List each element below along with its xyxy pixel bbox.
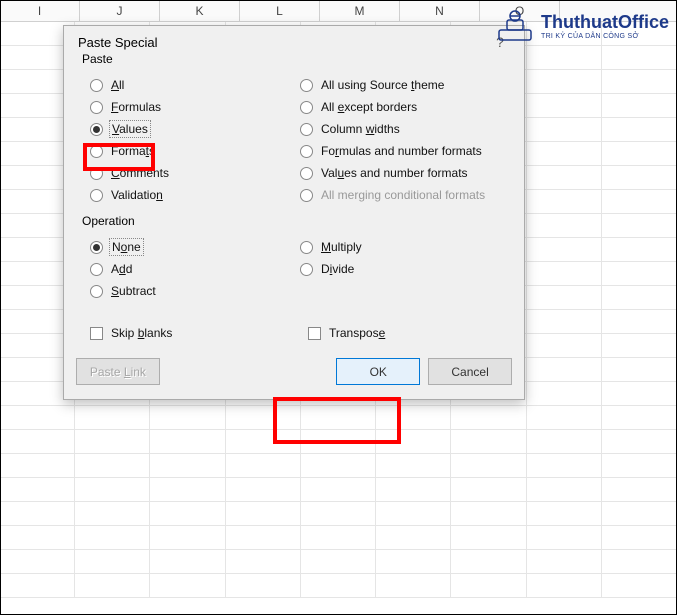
col-header-M[interactable]: M <box>320 0 400 21</box>
radio-none[interactable]: None <box>90 240 288 254</box>
paste-group-label: Paste <box>80 52 115 66</box>
radio-label-formats: Formats <box>111 144 155 158</box>
skip-blanks-checkbox[interactable]: Skip blanks <box>90 326 172 340</box>
radio-subtract[interactable]: Subtract <box>90 284 288 298</box>
radio-label-multiply: Multiply <box>321 240 362 254</box>
radio-label-all: All <box>111 78 124 92</box>
radio-col_widths[interactable]: Column widths <box>300 122 498 136</box>
radio-comments[interactable]: Comments <box>90 166 288 180</box>
cancel-button[interactable]: Cancel <box>428 358 512 385</box>
watermark: ThuthuatOffice TRI KỶ CỦA DÂN CÔNG SỞ <box>495 6 669 46</box>
radio-formats[interactable]: Formats <box>90 144 288 158</box>
radio-divide[interactable]: Divide <box>300 262 498 276</box>
radio-label-none: None <box>111 240 142 254</box>
paste-special-dialog: Paste Special ? Paste AllFormulasValuesF… <box>63 25 525 400</box>
radio-values_numfmt[interactable]: Values and number formats <box>300 166 498 180</box>
radio-except_borders[interactable]: All except borders <box>300 100 498 114</box>
ok-button[interactable]: OK <box>336 358 420 385</box>
radio-validation[interactable]: Validation <box>90 188 288 202</box>
col-header-N[interactable]: N <box>400 0 480 21</box>
operation-group-label: Operation <box>80 214 137 228</box>
watermark-icon <box>495 6 535 46</box>
radio-label-values: Values <box>111 122 149 136</box>
col-header-I[interactable]: I <box>0 0 80 21</box>
dialog-title: Paste Special <box>78 35 490 50</box>
radio-label-formulas_numfmt: Formulas and number formats <box>321 144 482 158</box>
op-right-col: Multiply Divide <box>294 236 504 306</box>
radio-label-formulas: Formulas <box>111 100 161 114</box>
transpose-checkbox[interactable]: Transpose <box>308 326 385 340</box>
radio-label-subtract: Subtract <box>111 284 156 298</box>
radio-label-divide: Divide <box>321 262 354 276</box>
radio-label-comments: Comments <box>111 166 169 180</box>
radio-label-add: Add <box>111 262 132 276</box>
watermark-sub: TRI KỶ CỦA DÂN CÔNG SỞ <box>541 33 669 40</box>
col-header-K[interactable]: K <box>160 0 240 21</box>
paste-link-button: Paste Link <box>76 358 160 385</box>
radio-label-merge_cond: All merging conditional formats <box>321 188 485 202</box>
radio-all[interactable]: All <box>90 78 288 92</box>
radio-label-values_numfmt: Values and number formats <box>321 166 468 180</box>
watermark-title: ThuthuatOffice <box>541 12 669 33</box>
radio-formulas_numfmt[interactable]: Formulas and number formats <box>300 144 498 158</box>
radio-add[interactable]: Add <box>90 262 288 276</box>
radio-multiply[interactable]: Multiply <box>300 240 498 254</box>
radio-source_theme[interactable]: All using Source theme <box>300 78 498 92</box>
radio-label-validation: Validation <box>111 188 163 202</box>
paste-left-col: All Formulas Values Formats Comments Validati… <box>84 74 294 210</box>
radio-values[interactable]: Values <box>90 122 288 136</box>
op-left-col: None Add Subtract <box>84 236 294 306</box>
radio-label-col_widths: Column widths <box>321 122 400 136</box>
radio-merge_cond: All merging conditional formats <box>300 188 498 202</box>
radio-formulas[interactable]: Formulas <box>90 100 288 114</box>
operation-group: Operation NoneAddSubtract MultiplyDivide <box>76 222 512 314</box>
radio-label-except_borders: All except borders <box>321 100 417 114</box>
col-header-L[interactable]: L <box>240 0 320 21</box>
paste-right-col: All using Source theme All except borders… <box>294 74 504 210</box>
paste-group: Paste AllFormulasValuesFormatsCommentsVa… <box>76 60 512 218</box>
radio-label-source_theme: All using Source theme <box>321 78 444 92</box>
col-header-J[interactable]: J <box>80 0 160 21</box>
